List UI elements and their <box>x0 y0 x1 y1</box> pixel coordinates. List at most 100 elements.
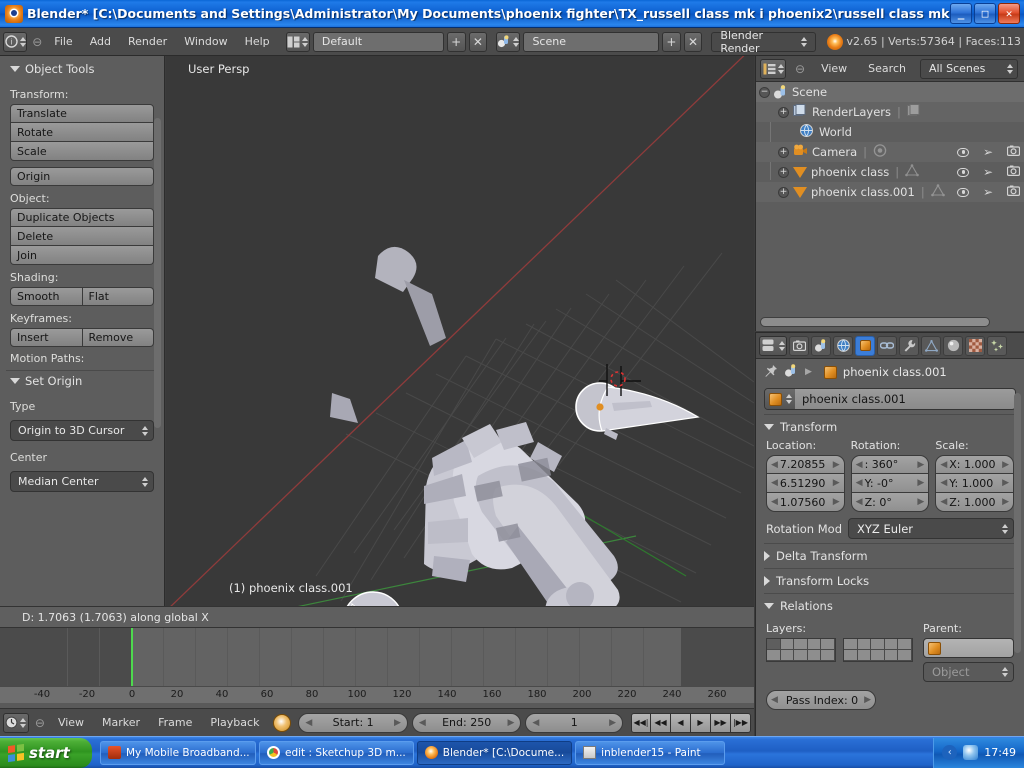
properties-tab-world[interactable] <box>833 336 853 356</box>
layer-cell[interactable] <box>794 639 808 650</box>
taskbar-item-blender[interactable]: Blender* [C:\Docume... <box>417 741 572 765</box>
end-frame-inc-icon[interactable]: ▶ <box>507 718 514 728</box>
inc-icon[interactable]: ▶ <box>833 478 840 488</box>
tool-panel-scrollbar[interactable] <box>154 118 161 428</box>
layer-cell[interactable] <box>821 650 835 661</box>
visibility-eye-icon[interactable] <box>957 148 969 157</box>
outliner-row-scene[interactable]: − Scene <box>756 82 1024 102</box>
taskbar-item-sketchup[interactable]: edit : Sketchup 3D m... <box>259 741 414 765</box>
inc-icon[interactable]: ▶ <box>1002 460 1009 470</box>
remove-keyframe-button[interactable]: Remove <box>83 328 155 347</box>
fast-forward-icon[interactable]: ▶▶ <box>711 713 731 733</box>
timeline-collapse-icon[interactable]: ⊖ <box>33 716 47 730</box>
relations-section-header[interactable]: Relations <box>764 593 1016 614</box>
network-icon[interactable] <box>963 745 978 760</box>
layer-cell[interactable] <box>821 639 835 650</box>
start-frame-dec-icon[interactable]: ◀ <box>305 718 312 728</box>
smooth-button[interactable]: Smooth <box>10 287 83 306</box>
timeline-menu-playback[interactable]: Playback <box>203 714 266 731</box>
timeline-playhead[interactable] <box>131 628 133 686</box>
render-engine-select[interactable]: Blender Render <box>711 32 816 52</box>
screen-layout-field[interactable]: Default <box>313 32 444 52</box>
start-frame-field[interactable]: ◀ Start: 1 ▶ <box>298 713 408 733</box>
renderable-camera-icon[interactable] <box>1007 145 1020 159</box>
layer-cell[interactable] <box>885 650 899 661</box>
selectable-cursor-icon[interactable]: ➢ <box>983 165 993 179</box>
parent-object-field[interactable] <box>923 638 1014 658</box>
timeline-editor-type-icon[interactable] <box>3 713 29 733</box>
properties-editor[interactable]: ▶ phoenix class.001 phoenix class.001 Tr… <box>755 332 1024 736</box>
renderable-camera-icon[interactable] <box>1007 185 1020 199</box>
layers-group-primary[interactable] <box>766 638 836 662</box>
outliner-row-world[interactable]: World <box>756 122 1024 142</box>
object-tools-header[interactable]: Object Tools <box>0 56 164 82</box>
dec-icon[interactable]: ◀ <box>771 478 778 488</box>
insert-keyframe-button[interactable]: Insert <box>10 328 83 347</box>
add-scene-button[interactable]: + <box>662 32 681 52</box>
duplicate-objects-button[interactable]: Duplicate Objects <box>10 208 154 227</box>
outliner-menu-search[interactable]: Search <box>861 60 913 77</box>
location-z-field[interactable]: ◀1.07560▶ <box>766 493 845 512</box>
outliner-row-phoenix-class[interactable]: + phoenix class | ➢ <box>756 162 1024 182</box>
timeline-menu-view[interactable]: View <box>51 714 91 731</box>
menu-window[interactable]: Window <box>177 33 234 50</box>
dec-icon[interactable]: ◀ <box>771 497 778 507</box>
object-name-value[interactable]: phoenix class.001 <box>795 389 1015 409</box>
layer-cell[interactable] <box>898 650 912 661</box>
layer-cell[interactable] <box>898 639 912 650</box>
menu-render[interactable]: Render <box>121 33 174 50</box>
properties-tab-data[interactable] <box>921 336 941 356</box>
scene-breadcrumb-icon[interactable] <box>784 364 799 380</box>
editor-type-info-icon[interactable]: i <box>3 32 27 52</box>
outliner-row-camera[interactable]: + Camera | ➢ <box>756 142 1024 162</box>
delta-transform-section-header[interactable]: Delta Transform <box>764 543 1016 564</box>
inc-icon[interactable]: ▶ <box>833 460 840 470</box>
layer-cell[interactable] <box>858 639 872 650</box>
layer-cell[interactable] <box>858 650 872 661</box>
object-browse-icon[interactable] <box>765 389 795 409</box>
layer-cell[interactable] <box>781 639 795 650</box>
layer-cell[interactable] <box>844 639 858 650</box>
join-button[interactable]: Join <box>10 246 154 265</box>
menu-file[interactable]: File <box>47 33 79 50</box>
properties-tab-material[interactable] <box>943 336 963 356</box>
outliner-horizontal-scrollbar[interactable] <box>760 317 990 327</box>
layer-cell[interactable] <box>808 639 822 650</box>
location-y-field[interactable]: ◀6.51290▶ <box>766 474 845 493</box>
dec-icon[interactable]: ◀ <box>856 497 863 507</box>
rewind-icon[interactable]: ◀◀ <box>651 713 671 733</box>
transform-locks-section-header[interactable]: Transform Locks <box>764 568 1016 589</box>
layer-cell[interactable] <box>767 650 781 661</box>
start-button[interactable]: start <box>0 738 92 768</box>
rotation-x-field[interactable]: ◀: 360°▶ <box>851 455 930 474</box>
clock[interactable]: 17:49 <box>984 746 1016 759</box>
scale-y-field[interactable]: ◀Y: 1.000▶ <box>935 474 1014 493</box>
3d-viewport[interactable]: z y User Persp (1) phoenix class.001 <box>166 56 754 606</box>
camera-data-icon[interactable] <box>873 144 887 160</box>
current-frame-field[interactable]: ◀ 1 ▶ <box>525 713 623 733</box>
expander-icon[interactable]: + <box>778 167 789 178</box>
layer-cell[interactable] <box>844 650 858 661</box>
outliner-display-mode-select[interactable]: All Scenes <box>920 59 1018 79</box>
layer-cell[interactable] <box>794 650 808 661</box>
outliner-row-renderlayers[interactable]: + RenderLayers | <box>756 102 1024 122</box>
mesh-data-icon[interactable] <box>905 164 919 180</box>
dec-icon[interactable]: ◀ <box>940 478 947 488</box>
layers-widget[interactable] <box>766 638 913 662</box>
dec-icon[interactable]: ◀ <box>771 460 778 470</box>
menu-help[interactable]: Help <box>238 33 277 50</box>
set-origin-header[interactable]: Set Origin <box>0 371 164 394</box>
properties-tab-particles[interactable] <box>987 336 1007 356</box>
rotate-button[interactable]: Rotate <box>10 123 154 142</box>
properties-editor-type-icon[interactable] <box>759 336 787 356</box>
visibility-eye-icon[interactable] <box>957 168 969 177</box>
translate-button[interactable]: Translate <box>10 104 154 123</box>
dec-icon[interactable]: ◀ <box>856 478 863 488</box>
scene-field[interactable]: Scene <box>523 32 659 52</box>
location-x-field[interactable]: ◀7.20855▶ <box>766 455 845 474</box>
timeline-ruler[interactable]: -40 -20 0 20 40 60 80 100 120 140 160 18… <box>0 686 754 703</box>
inc-icon[interactable]: ▶ <box>833 497 840 507</box>
inc-icon[interactable]: ▶ <box>917 478 924 488</box>
taskbar-item-mobile-broadband[interactable]: My Mobile Broadband... <box>100 741 256 765</box>
end-frame-dec-icon[interactable]: ◀ <box>419 718 426 728</box>
